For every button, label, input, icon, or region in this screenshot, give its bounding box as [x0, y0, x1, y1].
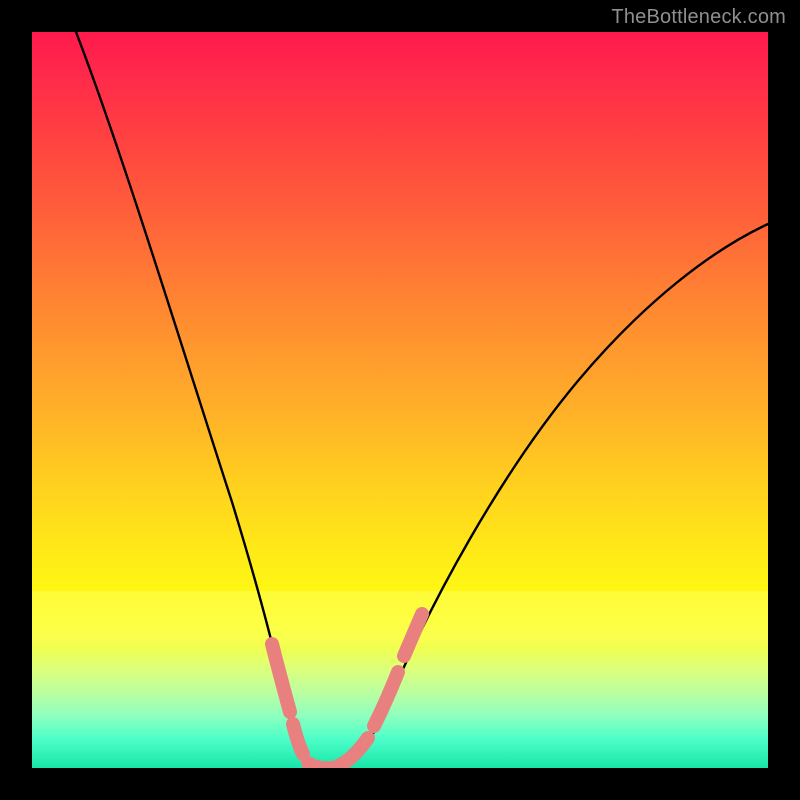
highlight-left-dash-2 [293, 724, 303, 754]
highlight-left-dash-1 [272, 644, 290, 712]
plot-area [32, 32, 768, 768]
highlight-bottom-dash-1 [308, 763, 332, 768]
highlight-bottom-dash-2 [338, 738, 368, 766]
highlight-right-dash-1 [374, 672, 398, 726]
chart-stage: TheBottleneck.com [0, 0, 800, 800]
watermark-label: TheBottleneck.com [611, 6, 786, 29]
highlight-right-dash-2 [404, 614, 422, 656]
curve-layer [32, 32, 768, 768]
bottleneck-curve [76, 32, 768, 768]
